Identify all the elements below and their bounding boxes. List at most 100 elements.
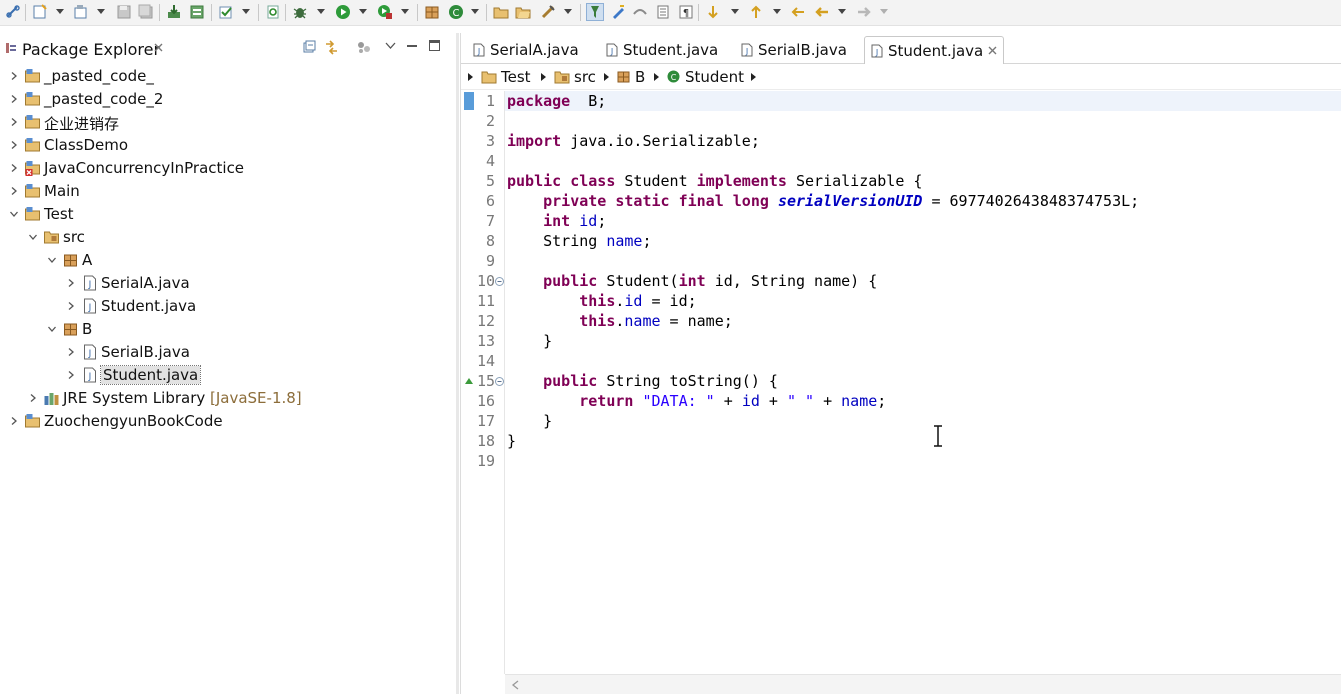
chevron-down-icon[interactable]	[48, 325, 56, 333]
tree-item[interactable]: A	[0, 249, 456, 272]
maximize-icon[interactable]	[428, 39, 441, 52]
run-dropdown-icon[interactable]	[359, 9, 367, 14]
breadcrumb-arrow-icon[interactable]	[468, 73, 473, 81]
refresh-icon[interactable]	[265, 4, 281, 20]
code-line[interactable]: }	[507, 331, 552, 351]
new-icon[interactable]	[32, 4, 48, 20]
tree-item[interactable]: J SerialA.java	[0, 272, 456, 295]
override-triangle-icon[interactable]	[464, 377, 474, 385]
code-line[interactable]: }	[507, 411, 552, 431]
view-menu-icon[interactable]	[385, 42, 396, 49]
chevron-right-icon[interactable]	[10, 72, 18, 80]
next-annotation-dropdown-icon[interactable]	[731, 9, 739, 14]
chevron-right-icon[interactable]	[29, 394, 37, 402]
breadcrumb-src[interactable]: src	[574, 68, 596, 86]
tree-item[interactable]: J Student.java	[0, 295, 456, 318]
tree-item[interactable]: 企业进销存	[0, 111, 456, 134]
code-line[interactable]: public class Student implements Serializ…	[507, 171, 922, 191]
chevron-right-icon[interactable]	[10, 164, 18, 172]
horizontal-scrollbar[interactable]	[505, 674, 1341, 694]
prev-annotation-icon[interactable]	[748, 4, 764, 20]
tab-serial-b[interactable]: J SerialB.java	[735, 36, 860, 64]
tree-item[interactable]: J Student.java	[0, 364, 456, 387]
chevron-right-icon[interactable]	[67, 279, 75, 287]
open-type-icon[interactable]	[493, 4, 509, 20]
code-line[interactable]: String name;	[507, 231, 651, 251]
external-tool-icon[interactable]	[377, 4, 393, 20]
new-class-dropdown-icon[interactable]	[471, 9, 479, 14]
tree-item[interactable]: Main	[0, 180, 456, 203]
link-with-editor-icon[interactable]	[324, 40, 339, 55]
toggle-mark-icon[interactable]	[632, 4, 648, 20]
chevron-down-icon[interactable]	[29, 233, 37, 241]
breadcrumb-arrow-icon[interactable]	[541, 73, 546, 81]
collapse-all-icon[interactable]	[303, 40, 317, 54]
new-dropdown-icon[interactable]	[56, 9, 64, 14]
chevron-right-icon[interactable]	[10, 95, 18, 103]
code-editor[interactable]: package B; import java.io.Serializable; pu…	[461, 91, 1341, 674]
code-line[interactable]: public Student(int id, String name) {	[507, 271, 877, 291]
chevron-right-icon[interactable]	[67, 348, 75, 356]
chevron-right-icon[interactable]	[67, 371, 75, 379]
chevron-right-icon[interactable]	[67, 302, 75, 310]
pen-icon[interactable]	[610, 4, 626, 20]
save-icon[interactable]	[116, 4, 132, 20]
package-explorer-title[interactable]: Package Explorer	[22, 40, 160, 59]
open-folder-icon[interactable]	[515, 4, 531, 20]
code-line[interactable]: private static final long serialVersionU…	[507, 191, 1139, 211]
tree-item[interactable]: ClassDemo	[0, 134, 456, 157]
panel-divider[interactable]	[456, 33, 459, 694]
tree-item[interactable]: _pasted_code_	[0, 65, 456, 88]
code-line[interactable]: }	[507, 431, 516, 451]
new-package-icon[interactable]	[424, 4, 440, 20]
block-selection-icon[interactable]	[655, 4, 671, 20]
fold-collapse-icon[interactable]	[495, 377, 504, 386]
build-icon[interactable]	[189, 4, 205, 20]
tree-item[interactable]: src	[0, 226, 456, 249]
highlight-occurrences-icon[interactable]	[586, 3, 604, 21]
chevron-right-icon[interactable]	[10, 187, 18, 195]
task-icon[interactable]	[218, 4, 234, 20]
last-edit-icon[interactable]	[790, 4, 806, 20]
search-dropdown-icon[interactable]	[564, 9, 572, 14]
debug-icon[interactable]	[292, 4, 308, 20]
back-dropdown-icon[interactable]	[838, 9, 846, 14]
forward-icon[interactable]	[856, 4, 872, 20]
code-line[interactable]: import java.io.Serializable;	[507, 131, 760, 151]
close-icon[interactable]	[153, 42, 164, 53]
fold-collapse-icon[interactable]	[495, 277, 504, 286]
chevron-right-icon[interactable]	[10, 417, 18, 425]
tree-item[interactable]: Test	[0, 203, 456, 226]
breadcrumb-arrow-icon[interactable]	[751, 73, 756, 81]
forward-dropdown-icon[interactable]	[880, 9, 888, 14]
run-icon[interactable]	[335, 4, 351, 20]
new-class-icon[interactable]: C	[448, 4, 464, 20]
tab-serial-a[interactable]: J SerialA.java	[467, 36, 587, 64]
tree-item[interactable]: JavaConcurrencyInPractice	[0, 157, 456, 180]
link-icon[interactable]	[5, 4, 21, 20]
tree-item[interactable]: ZuochengyunBookCode	[0, 410, 456, 433]
chevron-down-icon[interactable]	[48, 256, 56, 264]
tree-item[interactable]: B	[0, 318, 456, 341]
chevron-right-icon[interactable]	[10, 141, 18, 149]
task-dropdown-icon[interactable]	[242, 9, 250, 14]
next-annotation-icon[interactable]	[705, 4, 721, 20]
save-all-icon[interactable]	[138, 4, 154, 20]
tab-student-b[interactable]: J Student.java	[864, 36, 1004, 64]
code-line[interactable]: package B;	[507, 91, 606, 111]
new-type-icon[interactable]	[73, 4, 89, 20]
breadcrumb-arrow-icon[interactable]	[604, 73, 609, 81]
breadcrumb-arrow-icon[interactable]	[654, 73, 659, 81]
breadcrumb-project[interactable]: Test	[501, 68, 531, 86]
minimize-icon[interactable]	[406, 40, 418, 52]
code-line[interactable]: this.name = name;	[507, 311, 733, 331]
search-icon[interactable]	[540, 4, 556, 20]
import-icon[interactable]	[166, 4, 182, 20]
external-tool-dropdown-icon[interactable]	[401, 9, 409, 14]
focus-icon[interactable]	[357, 41, 371, 54]
back-icon[interactable]	[814, 4, 830, 20]
tree-item[interactable]: JRE System Library [JavaSE-1.8]	[0, 387, 456, 410]
tab-student-a[interactable]: J Student.java	[600, 36, 725, 64]
tree-item[interactable]: _pasted_code_2	[0, 88, 456, 111]
chevron-down-icon[interactable]	[10, 210, 18, 218]
